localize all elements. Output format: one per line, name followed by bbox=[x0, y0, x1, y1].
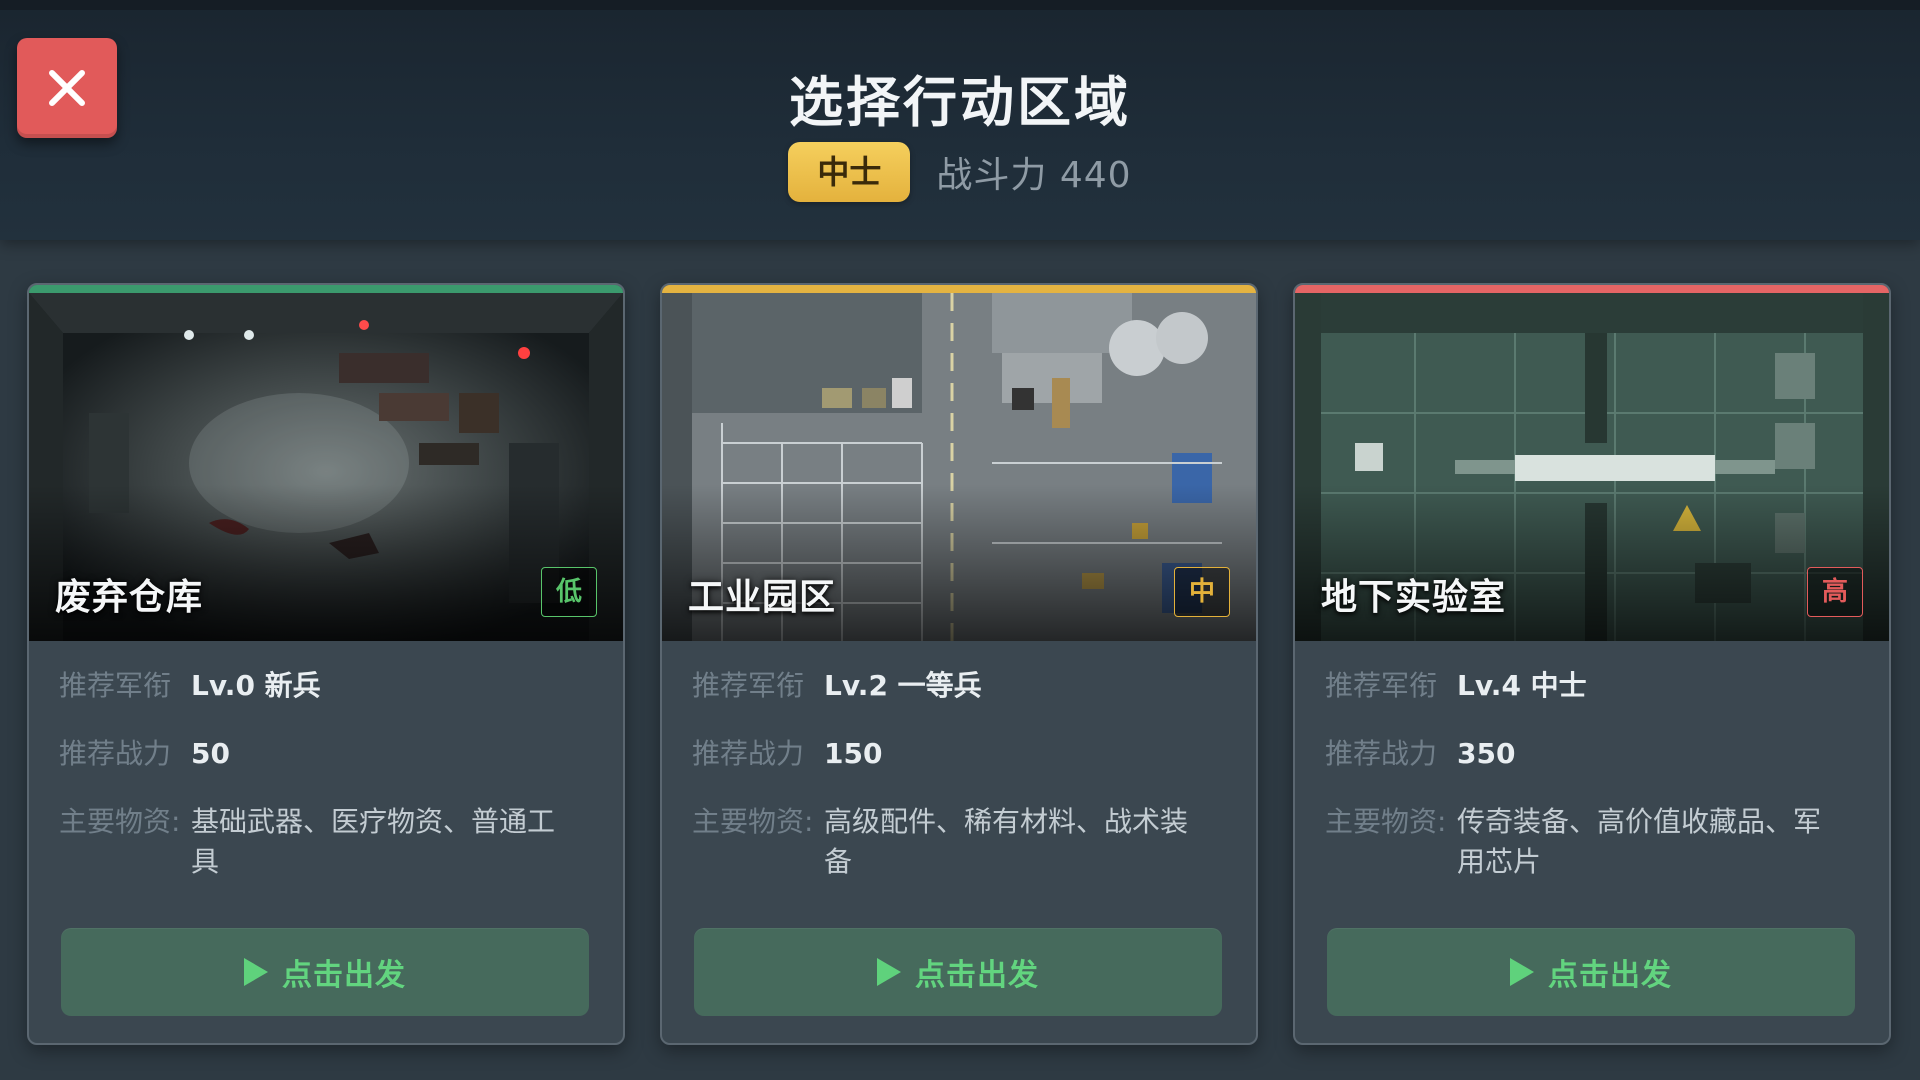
zone-card-warehouse[interactable]: 废弃仓库 低 推荐军衔 Lv.0 新兵 推荐战力 50 主要物资: 基础武器、医… bbox=[27, 283, 625, 1045]
depart-button[interactable]: 点击出发 bbox=[1327, 928, 1855, 1016]
recommended-power-label: 推荐战力 bbox=[59, 737, 172, 770]
play-icon bbox=[1510, 958, 1534, 986]
depart-button-label: 点击出发 bbox=[915, 958, 1039, 993]
recommended-power-row: 推荐战力 350 bbox=[1325, 737, 1865, 771]
main-materials-value: 基础武器、医疗物资、普通工具 bbox=[191, 805, 556, 878]
page-title: 选择行动区域 bbox=[789, 71, 1131, 134]
zone-name: 废弃仓库 bbox=[55, 577, 204, 618]
main-materials-value: 高级配件、稀有材料、战术装备 bbox=[824, 805, 1189, 878]
difficulty-badge: 中 bbox=[1174, 567, 1230, 617]
zone-card-underground-lab[interactable]: 地下实验室 高 推荐军衔 Lv.4 中士 推荐战力 350 主要物资: 传奇装备… bbox=[1293, 283, 1891, 1045]
depart-button-label: 点击出发 bbox=[1548, 958, 1672, 993]
recommended-rank-row: 推荐军衔 Lv.0 新兵 bbox=[59, 669, 599, 703]
header-bar: 选择行动区域 中士 战斗力 440 bbox=[0, 0, 1920, 240]
main-materials-label: 主要物资: bbox=[1325, 805, 1447, 838]
recommended-rank-row: 推荐军衔 Lv.4 中士 bbox=[1325, 669, 1865, 703]
main-materials-label: 主要物资: bbox=[692, 805, 814, 838]
zone-name: 工业园区 bbox=[688, 577, 837, 618]
zone-card-industrial-park[interactable]: 工业园区 中 推荐军衔 Lv.2 一等兵 推荐战力 150 主要物资: 高级配件… bbox=[660, 283, 1258, 1045]
recommended-rank-row: 推荐军衔 Lv.2 一等兵 bbox=[692, 669, 1232, 703]
difficulty-accent-bar bbox=[29, 285, 623, 293]
depart-button[interactable]: 点击出发 bbox=[694, 928, 1222, 1016]
recommended-rank-label: 推荐军衔 bbox=[59, 669, 172, 702]
zone-name: 地下实验室 bbox=[1321, 577, 1507, 618]
rank-badge: 中士 bbox=[788, 142, 911, 202]
recommended-power-value: 350 bbox=[1457, 737, 1516, 770]
zone-info: 推荐军衔 Lv.4 中士 推荐战力 350 主要物资: 传奇装备、高价值收藏品、… bbox=[1325, 669, 1865, 916]
difficulty-badge: 高 bbox=[1807, 567, 1863, 617]
main-materials-row: 主要物资: 高级配件、稀有材料、战术装备 bbox=[692, 805, 1232, 882]
difficulty-badge: 低 bbox=[541, 567, 597, 617]
difficulty-accent-bar bbox=[662, 285, 1256, 293]
depart-button-label: 点击出发 bbox=[282, 958, 406, 993]
play-icon bbox=[244, 958, 268, 986]
zone-info: 推荐军衔 Lv.2 一等兵 推荐战力 150 主要物资: 高级配件、稀有材料、战… bbox=[692, 669, 1232, 916]
recommended-rank-value: Lv.0 新兵 bbox=[191, 669, 321, 702]
zone-card-list: 废弃仓库 低 推荐军衔 Lv.0 新兵 推荐战力 50 主要物资: 基础武器、医… bbox=[27, 283, 1893, 1045]
zone-info: 推荐军衔 Lv.0 新兵 推荐战力 50 主要物资: 基础武器、医疗物资、普通工… bbox=[59, 669, 599, 916]
difficulty-accent-bar bbox=[1295, 285, 1889, 293]
player-status: 中士 战斗力 440 bbox=[0, 142, 1920, 202]
main-materials-value: 传奇装备、高价值收藏品、军用芯片 bbox=[1457, 805, 1822, 878]
play-icon bbox=[877, 958, 901, 986]
recommended-rank-label: 推荐军衔 bbox=[692, 669, 805, 702]
recommended-power-value: 50 bbox=[191, 737, 230, 770]
recommended-rank-value: Lv.4 中士 bbox=[1457, 669, 1587, 702]
combat-power: 战斗力 440 bbox=[936, 155, 1132, 196]
recommended-rank-value: Lv.2 一等兵 bbox=[824, 669, 982, 702]
recommended-power-row: 推荐战力 50 bbox=[59, 737, 599, 771]
recommended-power-label: 推荐战力 bbox=[1325, 737, 1438, 770]
recommended-power-value: 150 bbox=[824, 737, 883, 770]
recommended-rank-label: 推荐军衔 bbox=[1325, 669, 1438, 702]
main-materials-row: 主要物资: 传奇装备、高价值收藏品、军用芯片 bbox=[1325, 805, 1865, 882]
main-materials-label: 主要物资: bbox=[59, 805, 181, 838]
main-materials-row: 主要物资: 基础武器、医疗物资、普通工具 bbox=[59, 805, 599, 882]
recommended-power-label: 推荐战力 bbox=[692, 737, 805, 770]
recommended-power-row: 推荐战力 150 bbox=[692, 737, 1232, 771]
depart-button[interactable]: 点击出发 bbox=[61, 928, 589, 1016]
